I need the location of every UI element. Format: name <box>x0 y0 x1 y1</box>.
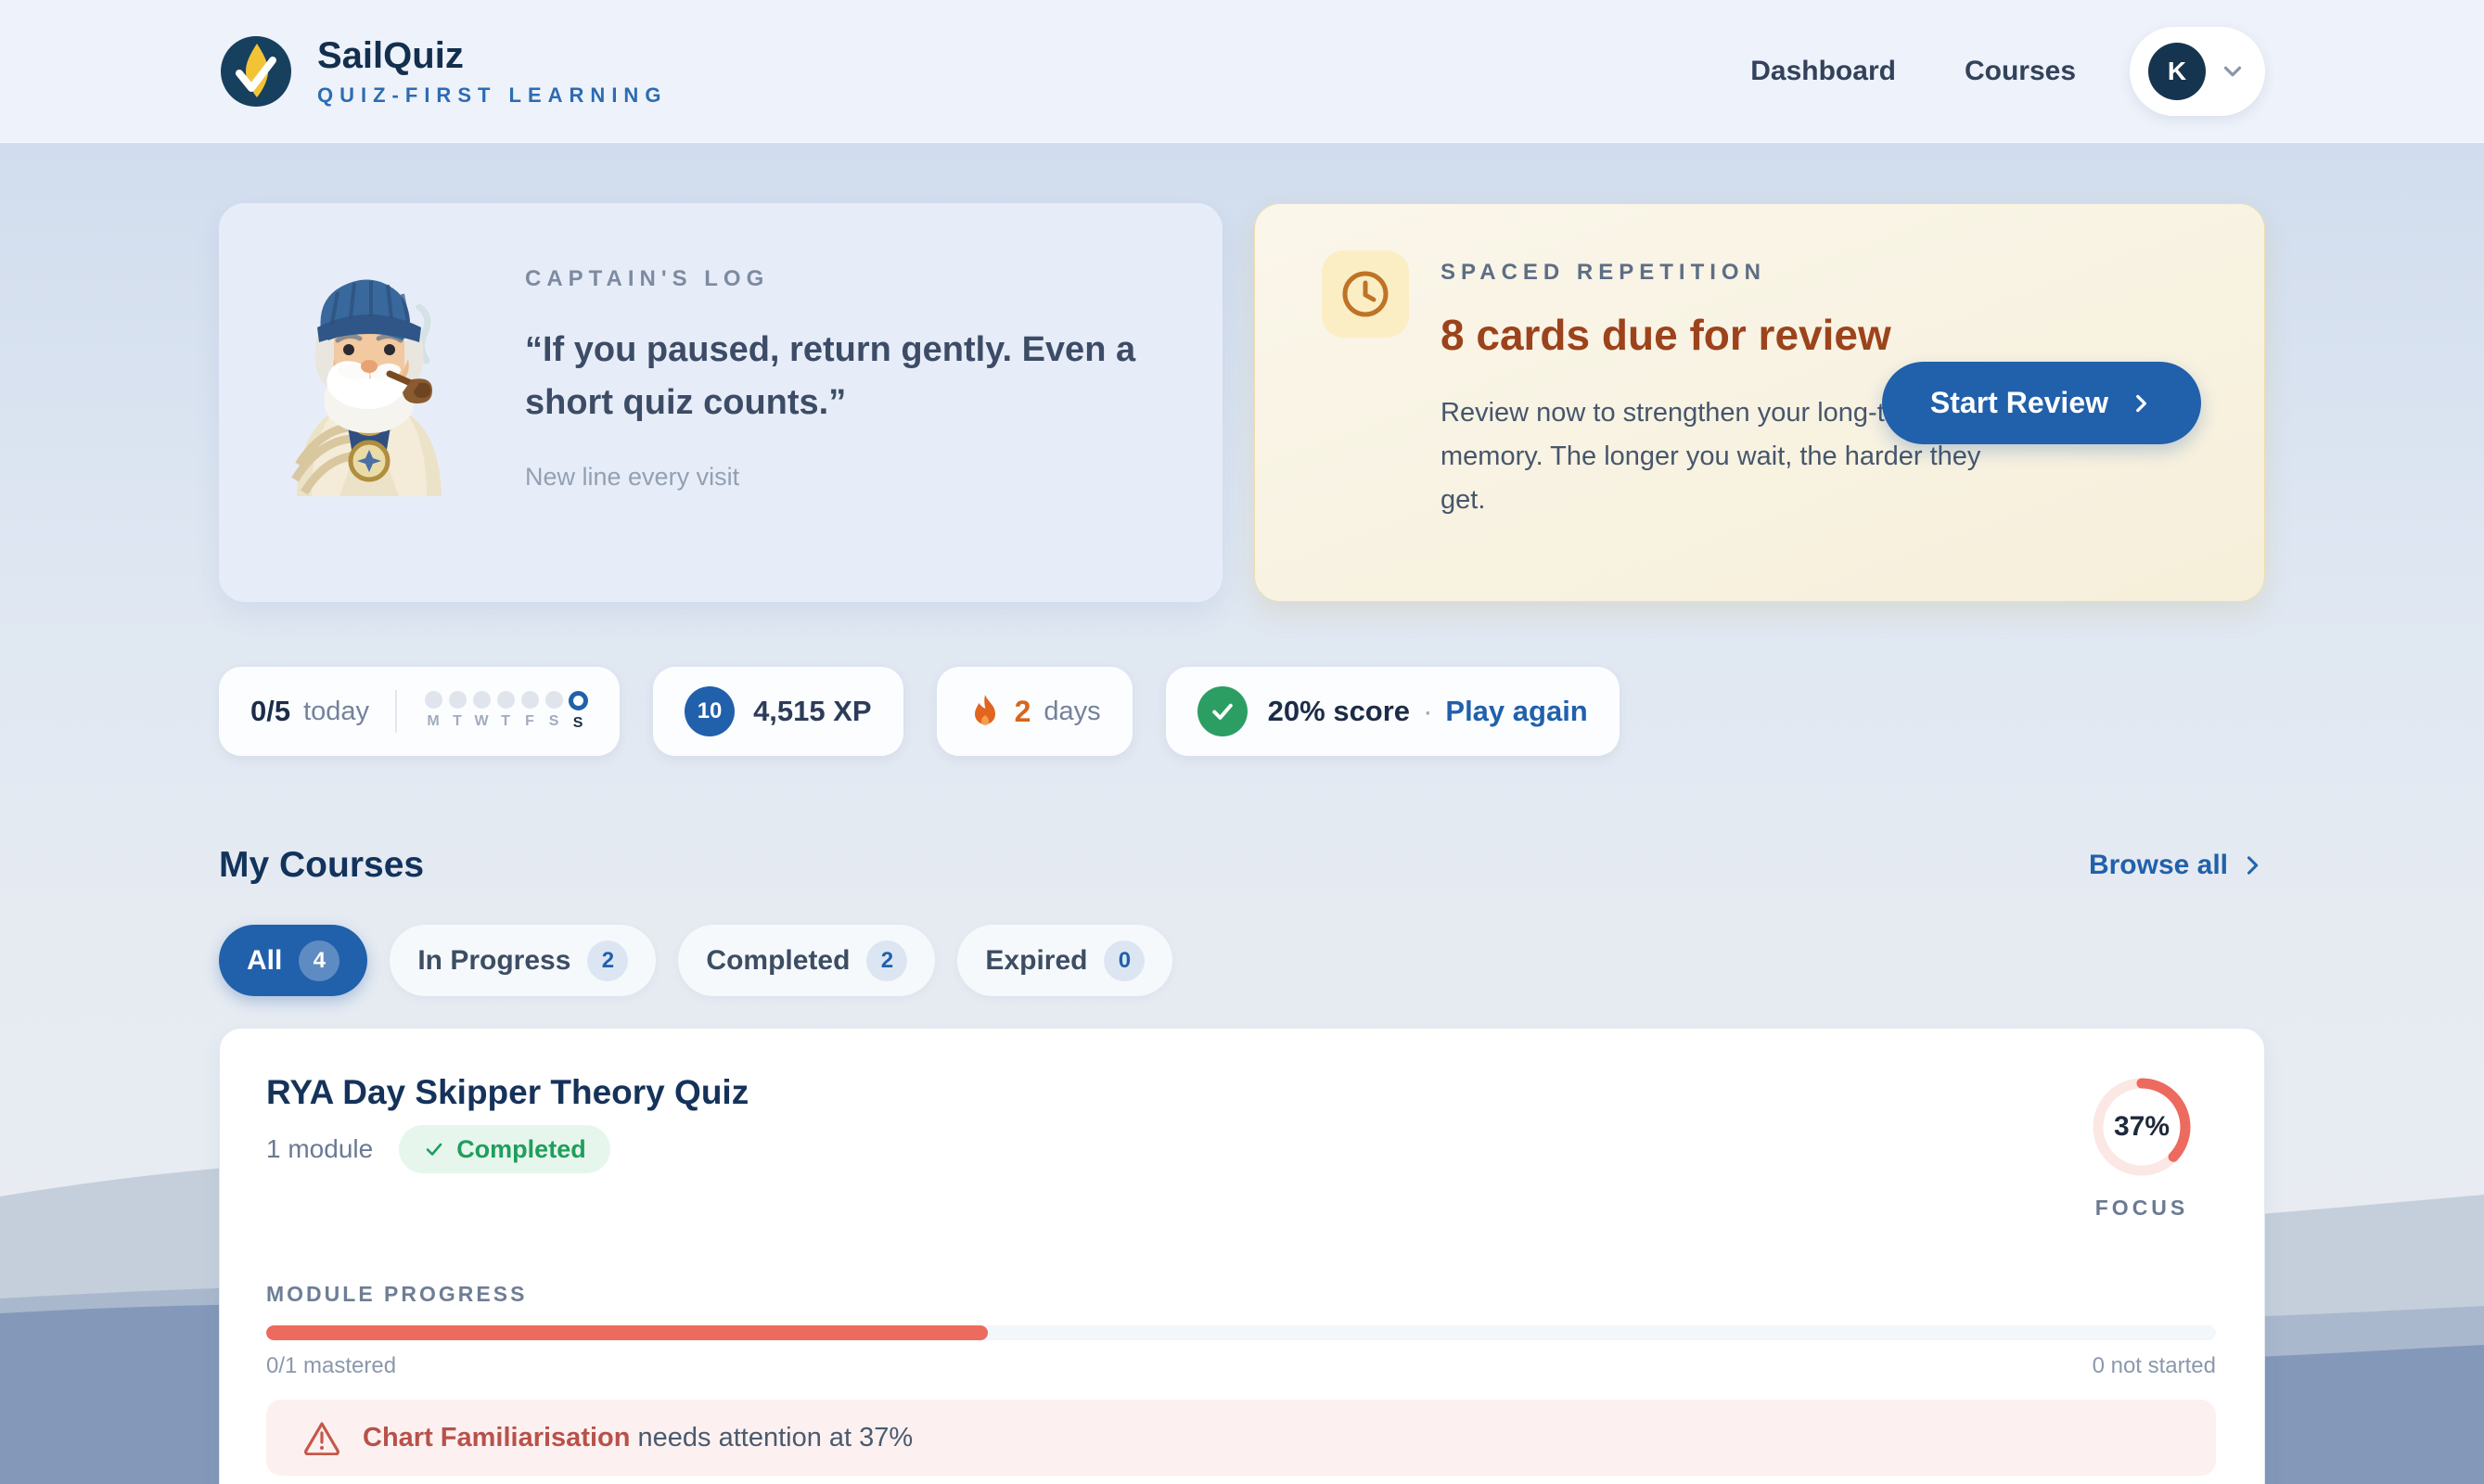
focus-percentage: 37% <box>2088 1073 2196 1181</box>
flame-icon <box>968 693 1002 730</box>
score-value: 20% score <box>1268 695 1410 728</box>
filter-label: Completed <box>706 945 850 977</box>
streak-pill: 2 days <box>937 667 1133 756</box>
nav-dashboard[interactable]: Dashboard <box>1739 56 1907 87</box>
separator: · <box>1423 695 1432 728</box>
chevron-down-icon <box>2219 58 2247 85</box>
day-label-today: S <box>573 715 583 732</box>
browse-all-label: Browse all <box>2089 850 2228 881</box>
check-icon <box>1197 686 1248 736</box>
not-started-count: 0 not started <box>2093 1353 2216 1379</box>
main-content: CAPTAIN'S LOG “If you paused, return gen… <box>219 203 2265 1484</box>
streak-unit: days <box>1044 697 1100 727</box>
filter-label: In Progress <box>417 945 570 977</box>
top-navigation-bar: SailQuiz QUIZ-FIRST LEARNING Dashboard C… <box>0 0 2484 143</box>
warning-message: needs attention at 37% <box>630 1423 913 1452</box>
xp-value: 4,515 XP <box>753 695 872 728</box>
start-review-label: Start Review <box>1930 386 2108 420</box>
chevron-right-icon <box>2129 391 2153 416</box>
filter-count: 4 <box>299 940 339 981</box>
module-progress-label: MODULE PROGRESS <box>266 1282 2216 1307</box>
day-dot <box>545 691 563 709</box>
module-progress-bar <box>266 1325 2216 1340</box>
captains-log-card: CAPTAIN'S LOG “If you paused, return gen… <box>219 203 1223 602</box>
page-title: My Courses <box>219 845 424 886</box>
filter-label: All <box>247 945 282 977</box>
check-icon <box>423 1138 445 1160</box>
captains-log-subtext: New line every visit <box>525 463 1167 492</box>
day-dot <box>449 691 467 709</box>
filter-completed[interactable]: Completed 2 <box>678 925 935 996</box>
clock-icon <box>1340 269 1390 319</box>
divider <box>395 690 397 733</box>
course-title: RYA Day Skipper Theory Quiz <box>266 1073 2068 1112</box>
progress-fill <box>266 1325 988 1340</box>
nav-courses[interactable]: Courses <box>1953 56 2087 87</box>
focus-label: FOCUS <box>2068 1196 2216 1221</box>
browse-all-link[interactable]: Browse all <box>2089 850 2265 881</box>
brand[interactable]: SailQuiz QUIZ-FIRST LEARNING <box>219 34 667 109</box>
status-badge: Completed <box>399 1125 610 1173</box>
filter-label: Expired <box>985 945 1087 977</box>
captain-illustration <box>280 270 458 496</box>
user-menu[interactable]: K <box>2130 27 2265 116</box>
level-badge: 10 <box>685 686 735 736</box>
day-dot <box>425 691 442 709</box>
filter-in-progress[interactable]: In Progress 2 <box>390 925 656 996</box>
mastered-count: 0/1 mastered <box>266 1353 396 1379</box>
clock-icon-box <box>1322 250 1409 338</box>
filter-expired[interactable]: Expired 0 <box>957 925 1172 996</box>
daily-goal-unit: today <box>303 697 369 727</box>
filter-all[interactable]: All 4 <box>219 925 367 996</box>
day-dot <box>473 691 491 709</box>
day-label: S <box>549 713 559 730</box>
today-dot <box>569 691 588 710</box>
daily-goal-value: 0/5 <box>250 695 290 728</box>
play-again-link[interactable]: Play again <box>1445 695 1587 728</box>
day-label: W <box>475 713 489 730</box>
course-modules: 1 module <box>266 1134 373 1164</box>
daily-goal-pill: 0/5 today M T W T F S S <box>219 667 620 756</box>
captains-log-quote: “If you paused, return gently. Even a sh… <box>525 324 1167 429</box>
course-filters: All 4 In Progress 2 Completed 2 Expired … <box>219 925 2265 996</box>
chevron-right-icon <box>2239 852 2265 878</box>
main-nav: Dashboard Courses <box>1739 56 2087 87</box>
xp-pill: 10 4,515 XP <box>653 667 903 756</box>
filter-count: 2 <box>587 940 628 981</box>
day-label: F <box>525 713 534 730</box>
cards-due-title: 8 cards due for review <box>1440 306 1904 364</box>
streak-value: 2 <box>1015 695 1031 729</box>
filter-count: 0 <box>1104 940 1145 981</box>
filter-count: 2 <box>866 940 907 981</box>
focus-widget: 37% FOCUS <box>2068 1073 2216 1221</box>
day-label: M <box>427 713 439 730</box>
week-dots: M T W T F S S <box>423 691 588 732</box>
day-label: T <box>501 713 510 730</box>
stats-row: 0/5 today M T W T F S S 10 4,515 XP <box>219 667 2265 756</box>
dashboard-page: SailQuiz QUIZ-FIRST LEARNING Dashboard C… <box>0 0 2484 1484</box>
score-pill: 20% score · Play again <box>1166 667 1620 756</box>
attention-banner: Chart Familiarisation needs attention at… <box>266 1400 2216 1476</box>
spaced-repetition-card: SPACED REPETITION 8 cards due for review… <box>1254 203 2265 602</box>
courses-header: My Courses Browse all <box>219 845 2265 886</box>
day-dot <box>497 691 515 709</box>
day-dot <box>521 691 539 709</box>
alert-triangle-icon <box>303 1420 340 1455</box>
brand-tagline: QUIZ-FIRST LEARNING <box>317 83 667 108</box>
status-label: Completed <box>456 1135 586 1164</box>
warning-course-name: Chart Familiarisation <box>363 1423 630 1452</box>
spaced-repetition-label: SPACED REPETITION <box>1440 260 2016 286</box>
course-card[interactable]: RYA Day Skipper Theory Quiz 1 module Com… <box>219 1028 2265 1484</box>
sailquiz-logo-icon <box>219 34 293 109</box>
start-review-button[interactable]: Start Review <box>1882 362 2201 444</box>
captains-log-label: CAPTAIN'S LOG <box>525 266 1167 292</box>
hero-row: CAPTAIN'S LOG “If you paused, return gen… <box>219 203 2265 602</box>
avatar: K <box>2148 43 2206 100</box>
day-label: T <box>453 713 462 730</box>
brand-name: SailQuiz <box>317 35 667 76</box>
